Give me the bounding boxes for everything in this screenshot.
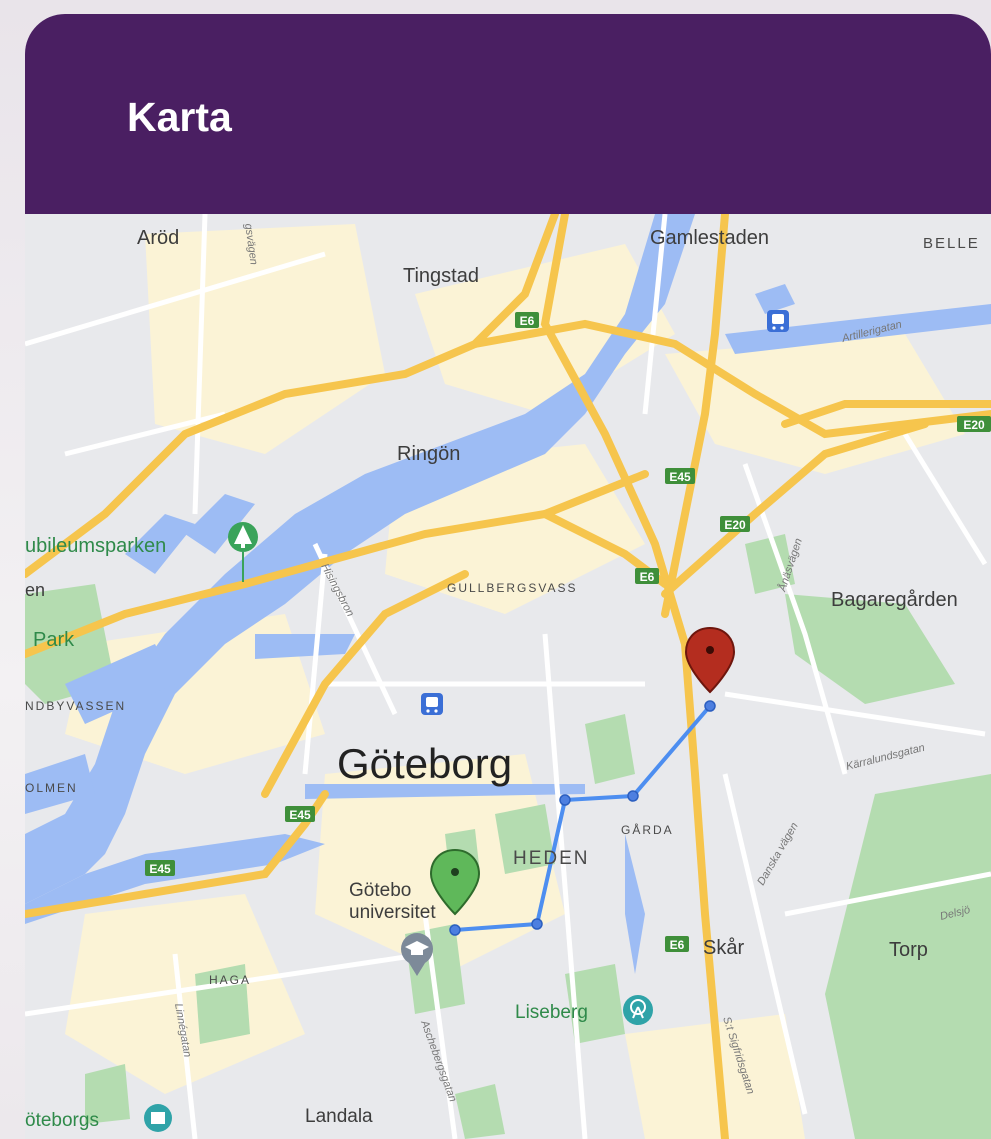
label-university-2: universitet	[349, 902, 436, 923]
label-tingstad: Tingstad	[403, 265, 479, 287]
label-bagaregarden: Bagaregården	[831, 589, 958, 611]
route-waypoint[interactable]	[627, 790, 639, 802]
route-waypoint[interactable]	[704, 700, 716, 712]
road-shield-e6: E6	[635, 568, 659, 584]
label-ndbyvassen: NDBYVASSEN	[25, 699, 126, 713]
label-arod: Aröd	[137, 227, 179, 249]
label-goteborgs: öteborgs	[25, 1110, 99, 1131]
label-goteborg: Göteborg	[337, 740, 512, 787]
label-gamlestaden: Gamlestaden	[650, 227, 769, 249]
road-shield-e20: E20	[720, 516, 750, 532]
svg-text:E45: E45	[669, 470, 691, 484]
svg-text:E45: E45	[149, 862, 171, 876]
train-icon[interactable]	[767, 310, 789, 332]
label-garda: GÅRDA	[621, 822, 674, 837]
ferris-wheel-icon[interactable]	[623, 995, 653, 1025]
label-liseberg: Liseberg	[515, 1002, 588, 1023]
label-park: Park	[33, 629, 75, 651]
label-en: en	[25, 580, 45, 600]
train-icon[interactable]	[421, 693, 443, 715]
label-university-1: Götebo	[349, 880, 411, 901]
page-title: Karta	[127, 94, 232, 140]
label-skar: Skår	[703, 937, 744, 959]
label-ringon: Ringön	[397, 443, 460, 465]
svg-text:E20: E20	[724, 518, 746, 532]
svg-text:E6: E6	[670, 938, 685, 952]
map-card: Karta E6 E6 E6 E45 E45 E45 E20 E20 Aröd …	[25, 14, 991, 1139]
road-shield-e45: E45	[285, 806, 315, 822]
route-waypoint[interactable]	[449, 924, 461, 936]
header-bar: Karta	[25, 14, 991, 214]
road-shield-e45: E45	[665, 468, 695, 484]
label-torp: Torp	[889, 939, 928, 961]
building-icon[interactable]	[144, 1104, 172, 1132]
svg-text:E6: E6	[520, 314, 535, 328]
road-shield-e20: E20	[957, 416, 991, 432]
label-belle: BELLE	[923, 235, 980, 252]
svg-text:E20: E20	[963, 418, 985, 432]
road-shield-e45: E45	[145, 860, 175, 876]
label-olmen: OLMEN	[25, 781, 78, 795]
svg-text:E45: E45	[289, 808, 311, 822]
label-heden: HEDEN	[513, 848, 590, 869]
road-shield-e6: E6	[515, 312, 539, 328]
road-shield-e6: E6	[665, 936, 689, 952]
svg-text:E6: E6	[640, 570, 655, 584]
label-haga: HAGA	[209, 973, 251, 987]
label-gullbergsvass: GULLBERGSVASS	[447, 581, 577, 595]
route-waypoint[interactable]	[559, 794, 571, 806]
route-waypoint[interactable]	[531, 918, 543, 930]
map-view[interactable]: E6 E6 E6 E45 E45 E45 E20 E20 Aröd gsväge…	[25, 214, 991, 1139]
label-landala: Landala	[305, 1106, 373, 1127]
label-jubileumsparken: ubileumsparken	[25, 535, 166, 557]
